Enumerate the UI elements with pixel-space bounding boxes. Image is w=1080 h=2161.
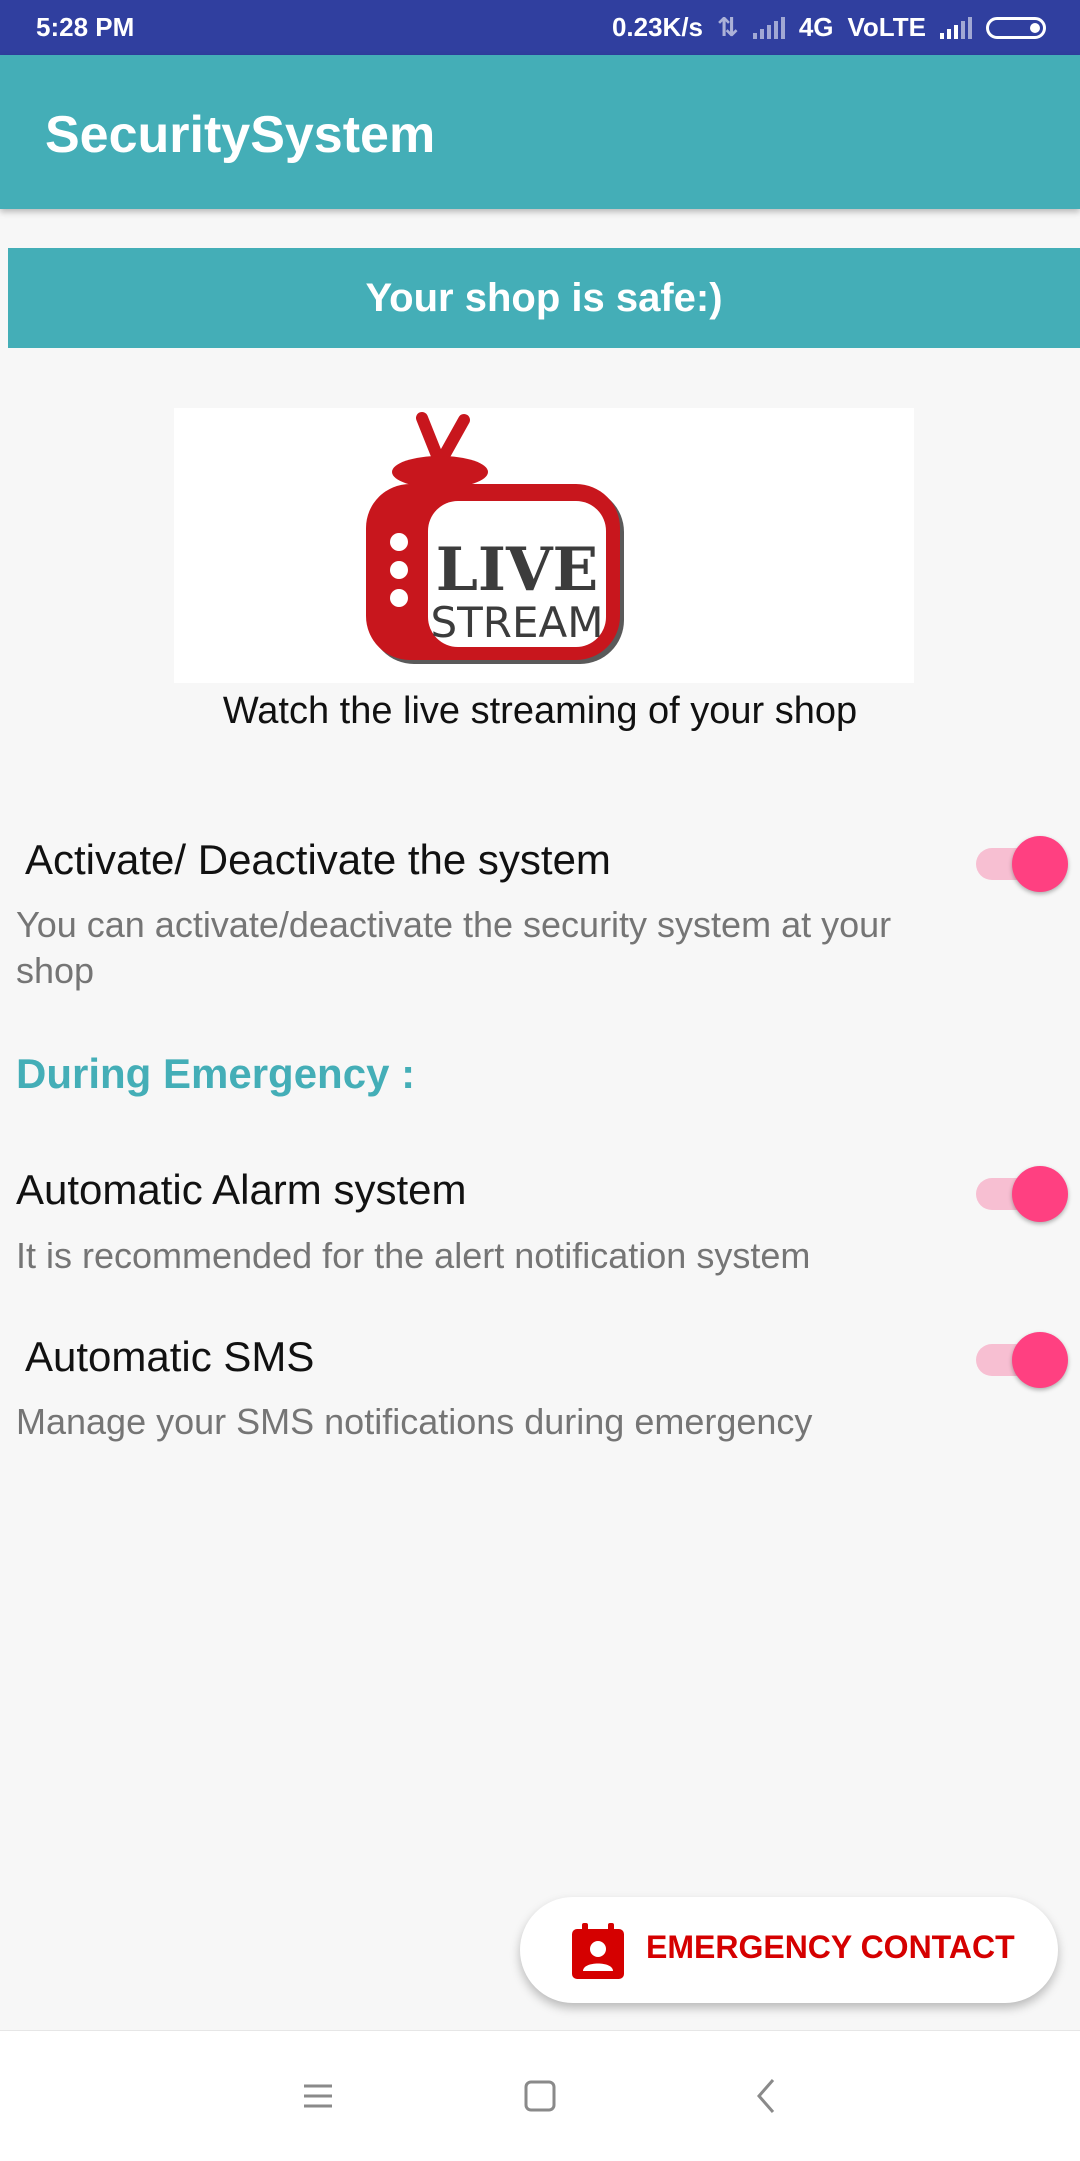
data-transfer-icon: ⇅ <box>717 12 739 42</box>
status-banner: Your shop is safe:) <box>8 248 1080 348</box>
emergency-contact-button[interactable]: EMERGENCY CONTACT <box>520 1897 1058 2003</box>
toggle-thumb <box>1012 1166 1068 1222</box>
signal-icon <box>940 16 972 39</box>
live-stream-image[interactable]: LIVE STREAM <box>174 408 914 683</box>
sms-toggle[interactable] <box>970 1324 1068 1388</box>
signal-icon <box>752 16 785 39</box>
activate-system-description: You can activate/deactivate the security… <box>16 904 892 991</box>
navigation-bar <box>0 2030 1080 2161</box>
logo-live-text: LIVE <box>436 535 599 605</box>
volte-label: VoLTE <box>847 12 926 42</box>
battery-icon <box>986 16 1046 39</box>
activate-system-toggle[interactable] <box>970 828 1068 892</box>
app-title: SecuritySystem <box>45 106 436 164</box>
status-bar: 5:28 PM 0.23K/s ⇅ 4G VoLTE <box>0 0 1080 55</box>
back-icon[interactable] <box>745 2074 789 2118</box>
toggle-thumb <box>1012 836 1068 892</box>
alarm-system-toggle[interactable] <box>970 1158 1068 1222</box>
status-indicators: 0.23K/s ⇅ 4G VoLTE <box>612 12 1046 43</box>
network-type: 4G <box>798 12 834 42</box>
app-bar: SecuritySystem <box>0 55 1080 209</box>
sms-title: Automatic SMS <box>25 1333 315 1380</box>
live-stream-caption: Watch the live streaming of your shop <box>222 690 858 732</box>
activate-system-title: Activate/ Deactivate the system <box>25 836 611 883</box>
logo-stream-text: STREAM <box>430 598 603 647</box>
emergency-section-label: During Emergency : <box>16 1050 416 1097</box>
alarm-system-title: Automatic Alarm system <box>16 1166 467 1213</box>
emergency-contact-label: EMERGENCY CONTACT <box>646 1929 1015 1965</box>
contact-calendar-icon <box>572 1923 624 1979</box>
toggle-thumb <box>1012 1332 1068 1388</box>
sms-description: Manage your SMS notifications during eme… <box>16 1401 813 1442</box>
network-speed: 0.23K/s <box>611 12 704 42</box>
status-time: 5:28 PM <box>36 12 135 42</box>
menu-icon[interactable] <box>296 2074 340 2118</box>
alarm-system-description: It is recommended for the alert notifica… <box>16 1235 811 1276</box>
home-icon[interactable] <box>518 2074 562 2118</box>
live-stream-tv-icon: LIVE STREAM <box>366 412 624 664</box>
